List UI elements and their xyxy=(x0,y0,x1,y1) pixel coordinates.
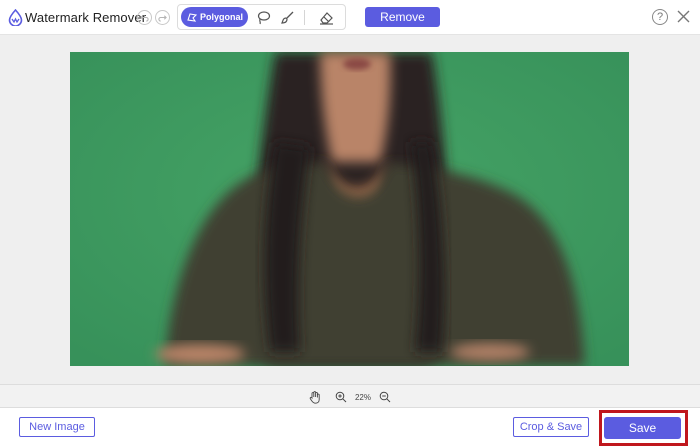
tool-separator xyxy=(304,10,305,25)
polygonal-tool-button[interactable]: Polygonal xyxy=(181,7,248,27)
polygon-icon xyxy=(187,13,197,22)
app-title: Watermark Remover xyxy=(25,10,147,25)
redo-icon xyxy=(158,15,167,22)
top-bar: Watermark Remover Polygonal Remove ? xyxy=(0,0,700,35)
bottom-bar: New Image Crop & Save Save xyxy=(0,408,700,446)
redo-button[interactable] xyxy=(155,10,170,25)
zoom-out-button[interactable] xyxy=(378,390,392,404)
help-button[interactable]: ? xyxy=(652,9,668,25)
zoom-out-icon xyxy=(379,391,391,403)
hand-tool-button[interactable] xyxy=(308,390,322,404)
zoom-bar: 22% xyxy=(0,384,700,408)
zoom-in-icon xyxy=(335,391,347,403)
undo-icon xyxy=(140,15,149,22)
eraser-tool-button[interactable] xyxy=(318,9,335,26)
undo-button[interactable] xyxy=(137,10,152,25)
lasso-tool-button[interactable] xyxy=(255,9,272,26)
save-button[interactable]: Save xyxy=(604,417,681,439)
hand-icon xyxy=(309,390,320,404)
eraser-icon xyxy=(320,12,333,25)
brush-tool-button[interactable] xyxy=(279,9,296,26)
new-image-button[interactable]: New Image xyxy=(19,417,95,437)
zoom-in-button[interactable] xyxy=(334,390,348,404)
canvas-area[interactable] xyxy=(0,35,700,384)
polygonal-tool-label: Polygonal xyxy=(200,12,244,22)
image-preview[interactable] xyxy=(70,52,629,366)
close-icon[interactable] xyxy=(676,9,691,24)
zoom-level: 22% xyxy=(354,392,371,402)
crop-and-save-button[interactable]: Crop & Save xyxy=(513,417,589,437)
remove-button[interactable]: Remove xyxy=(365,7,440,27)
app-logo-icon xyxy=(8,9,23,26)
selection-tool-group: Polygonal xyxy=(177,4,346,30)
photo-image xyxy=(70,52,629,366)
brush-icon xyxy=(281,11,294,24)
lasso-icon xyxy=(257,11,271,25)
